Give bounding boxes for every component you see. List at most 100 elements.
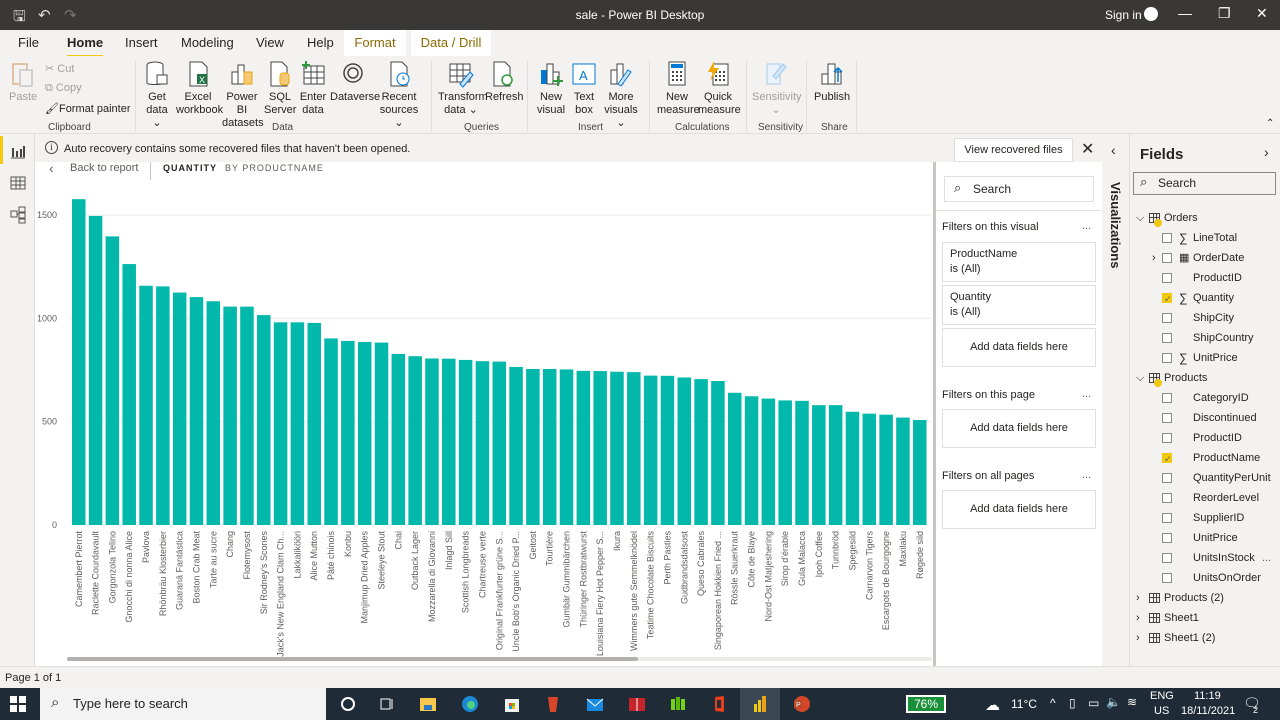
bar[interactable] xyxy=(156,286,170,525)
get-data-button[interactable]: Get data ⌄ xyxy=(142,60,172,130)
bar[interactable] xyxy=(357,341,372,525)
task-view-icon[interactable] xyxy=(377,694,397,714)
bar[interactable] xyxy=(711,380,725,525)
field-item[interactable]: › ▦ OrderDate xyxy=(1130,248,1280,268)
bar[interactable] xyxy=(526,369,540,525)
bar[interactable] xyxy=(257,315,271,525)
bar[interactable] xyxy=(778,400,792,525)
excel-workbook-button[interactable]: X Excel workbook xyxy=(176,60,223,117)
field-checkbox[interactable] xyxy=(1162,493,1172,503)
field-table-sheet1[interactable]: › Sheet1 xyxy=(1130,608,1280,628)
horizontal-scrollbar[interactable] xyxy=(67,657,638,661)
tab-view[interactable]: View xyxy=(256,35,284,50)
taskbar-search-input[interactable]: ⌕ Type here to search xyxy=(40,688,326,720)
avatar[interactable] xyxy=(1144,7,1158,21)
battery-icon[interactable]: ▭ xyxy=(1088,696,1099,710)
battery-indicator[interactable]: 76% xyxy=(906,695,946,713)
refresh-button[interactable]: Refresh xyxy=(485,60,524,104)
field-checkbox[interactable] xyxy=(1162,413,1172,423)
field-checkbox[interactable] xyxy=(1162,313,1172,323)
field-item[interactable]: ProductID xyxy=(1130,268,1280,288)
more-visuals-button[interactable]: More visuals ⌄ xyxy=(601,60,641,130)
chevron-right-icon[interactable]: › xyxy=(1136,628,1140,648)
office-icon[interactable] xyxy=(709,694,729,714)
bar[interactable] xyxy=(812,405,826,525)
bar[interactable] xyxy=(172,292,187,525)
chevron-right-icon[interactable]: › xyxy=(1136,608,1140,628)
tab-file[interactable]: File xyxy=(18,35,39,50)
add-visual-filter-drop-zone[interactable]: Add data fields here xyxy=(942,328,1096,367)
data-view-icon[interactable] xyxy=(9,174,27,192)
text-box-button[interactable]: A Text box xyxy=(570,60,598,117)
field-item[interactable]: ProductID xyxy=(1130,428,1280,448)
field-item[interactable]: CategoryID xyxy=(1130,388,1280,408)
new-measure-button[interactable]: New measure xyxy=(657,60,700,117)
tab-insert[interactable]: Insert xyxy=(125,35,158,50)
field-checkbox[interactable] xyxy=(1162,393,1172,403)
device-icon[interactable]: ▯ xyxy=(1069,696,1076,710)
wifi-icon[interactable]: ≋ xyxy=(1127,695,1137,709)
bar[interactable] xyxy=(862,413,877,525)
power-bi-icon[interactable] xyxy=(750,694,770,714)
bar[interactable] xyxy=(324,338,338,525)
power-bi-datasets-button[interactable]: Power BI datasets xyxy=(222,60,264,130)
filter-card-productname[interactable]: ProductName is (All) xyxy=(942,242,1096,282)
field-item[interactable]: SupplierID xyxy=(1130,508,1280,528)
chevron-right-icon[interactable]: › xyxy=(1152,248,1156,268)
bar[interactable] xyxy=(139,285,153,525)
region-indicator[interactable]: US xyxy=(1154,705,1169,717)
cortana-icon[interactable] xyxy=(338,694,358,714)
report-view-icon[interactable] xyxy=(9,142,27,160)
bar[interactable] xyxy=(105,236,120,525)
minimize-button[interactable]: — xyxy=(1178,5,1192,21)
recent-sources-button[interactable]: Recent sources ⌄ xyxy=(378,60,420,130)
bar[interactable] xyxy=(475,361,490,525)
clock-date[interactable]: 18/11/2021 xyxy=(1181,705,1235,717)
bar[interactable] xyxy=(643,375,658,525)
weather-icon[interactable]: ☁ xyxy=(985,696,1000,714)
field-checkbox[interactable] xyxy=(1162,253,1172,263)
more-options-icon[interactable]: ... xyxy=(1082,388,1091,400)
field-item[interactable]: ReorderLevel xyxy=(1130,488,1280,508)
field-item[interactable]: UnitPrice xyxy=(1130,528,1280,548)
tab-format[interactable]: Format xyxy=(344,30,406,56)
bar[interactable] xyxy=(425,358,439,525)
more-options-icon[interactable]: ... xyxy=(1082,469,1091,481)
bar[interactable] xyxy=(122,264,136,525)
field-table-products-2-[interactable]: › Products (2) xyxy=(1130,588,1280,608)
app-green-icon[interactable] xyxy=(668,694,688,714)
bar[interactable] xyxy=(593,371,607,525)
more-options-icon[interactable]: ... xyxy=(1262,548,1271,568)
field-item[interactable]: ∑ LineTotal xyxy=(1130,228,1280,248)
field-checkbox[interactable] xyxy=(1162,473,1172,483)
field-item[interactable]: ∑ Quantity xyxy=(1130,288,1280,309)
field-checkbox[interactable] xyxy=(1162,233,1172,243)
bar[interactable] xyxy=(492,361,507,525)
bar[interactable] xyxy=(72,199,86,525)
model-view-icon[interactable] xyxy=(9,206,27,224)
more-options-icon[interactable]: ... xyxy=(1082,220,1091,232)
chevron-down-icon[interactable]: ⌵ xyxy=(1136,368,1144,388)
fields-search-input[interactable]: ⌕ Search xyxy=(1133,172,1276,195)
edge-browser-icon[interactable] xyxy=(460,694,480,714)
bar[interactable] xyxy=(240,306,254,525)
bar[interactable] xyxy=(458,359,473,525)
bar[interactable] xyxy=(627,372,641,525)
dataverse-button[interactable]: Dataverse xyxy=(330,60,380,104)
sign-in-link[interactable]: Sign in xyxy=(1105,8,1142,22)
field-checkbox[interactable] xyxy=(1162,513,1172,523)
field-checkbox[interactable] xyxy=(1162,353,1172,363)
field-item[interactable]: QuantityPerUnit xyxy=(1130,468,1280,488)
field-item[interactable]: ProductName xyxy=(1130,448,1280,469)
quick-measure-button[interactable]: Quick measure xyxy=(698,60,741,117)
view-recovered-files-button[interactable]: View recovered files xyxy=(954,138,1073,162)
filter-search-input[interactable]: ⌕ Search xyxy=(944,176,1094,202)
tab-help[interactable]: Help xyxy=(307,35,334,50)
bar[interactable] xyxy=(206,301,221,525)
collapse-fields-chevron-icon[interactable]: › xyxy=(1264,144,1269,160)
bar[interactable] xyxy=(189,297,204,525)
bar[interactable] xyxy=(88,215,103,525)
close-notice-icon[interactable]: ✕ xyxy=(1081,139,1094,159)
bar[interactable] xyxy=(559,369,574,525)
bar[interactable] xyxy=(896,417,910,525)
